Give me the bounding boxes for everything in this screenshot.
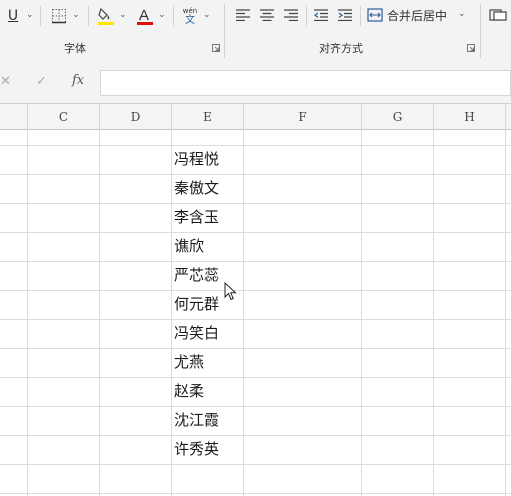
phonetic-guide-top-label: wén [182, 7, 198, 15]
cancel-icon[interactable]: ✕ [0, 74, 11, 89]
merge-center-dropdown-icon[interactable]: ⌄ [458, 9, 466, 19]
increase-indent-button[interactable] [335, 5, 355, 25]
divider [173, 6, 174, 26]
cell-e-value[interactable]: 许秀英 [172, 435, 243, 464]
align-center-button[interactable] [257, 5, 277, 25]
gridline [0, 348, 511, 349]
cell-styles-button[interactable] [487, 5, 509, 25]
underline-button[interactable]: U [2, 5, 24, 27]
phonetic-guide-button[interactable]: wén 文 [179, 4, 201, 30]
cell-e-value[interactable]: 秦傲文 [172, 174, 243, 203]
decrease-indent-button[interactable] [311, 5, 331, 25]
gridline [0, 464, 511, 465]
underline-dropdown-icon[interactable]: ⌄ [26, 10, 34, 20]
column-header-c[interactable]: C [28, 104, 100, 130]
insert-function-icon[interactable]: fx [72, 73, 84, 88]
svg-text:A: A [139, 7, 149, 24]
gridline [0, 377, 511, 378]
phonetic-guide-dropdown-icon[interactable]: ⌄ [203, 10, 211, 20]
cell-e-value[interactable]: 冯程悦 [172, 145, 243, 174]
phonetic-guide-bottom-label: 文 [185, 15, 195, 26]
align-left-button[interactable] [233, 5, 253, 25]
cell-styles-icon [489, 9, 507, 21]
divider [306, 6, 307, 26]
gridline [0, 261, 511, 262]
align-right-button[interactable] [281, 5, 301, 25]
gridline [0, 319, 511, 320]
fill-bucket-icon [98, 7, 114, 25]
gridline [0, 493, 511, 494]
merge-center-button[interactable]: 合并后居中 [367, 4, 453, 26]
group-divider [224, 4, 225, 58]
formula-bar-actions: ✕ ✓ fx [0, 70, 96, 96]
cell-e-value[interactable]: 尤燕 [172, 348, 243, 377]
divider [88, 6, 89, 26]
increase-indent-icon [338, 9, 352, 21]
column-header-d[interactable]: D [100, 104, 172, 130]
font-color-icon: A [137, 7, 153, 25]
fill-color-dropdown-icon[interactable]: ⌄ [119, 10, 127, 20]
column-header-e[interactable]: E [172, 104, 244, 130]
fill-color-button[interactable] [95, 4, 117, 28]
gridline [0, 174, 511, 175]
formula-input[interactable] [100, 70, 511, 96]
gridline [0, 145, 511, 146]
cell-e-value[interactable]: 谯欣 [172, 232, 243, 261]
font-dialog-launcher-icon[interactable] [212, 44, 220, 52]
decrease-indent-icon [314, 9, 328, 21]
gridline [0, 435, 511, 436]
borders-icon [52, 9, 66, 24]
font-color-dropdown-icon[interactable]: ⌄ [158, 10, 166, 20]
column-headers: C D E F G H [0, 103, 511, 130]
divider [40, 6, 41, 26]
borders-dropdown-icon[interactable]: ⌄ [72, 10, 80, 20]
cell-e-value[interactable]: 赵柔 [172, 377, 243, 406]
mouse-pointer-icon [224, 282, 237, 301]
alignment-dialog-launcher-icon[interactable] [467, 44, 475, 52]
column-header-f[interactable]: F [244, 104, 362, 130]
font-group-label: 字体 [64, 42, 86, 55]
gridline [0, 232, 511, 233]
font-color-button[interactable]: A [134, 4, 156, 28]
align-center-icon [260, 9, 274, 21]
cell-e-value[interactable]: 冯笑白 [172, 319, 243, 348]
worksheet-grid[interactable]: 冯程悦 秦傲文 李含玉 谯欣 严芯蕊 何元群 冯笑白 尤燕 赵柔 沈江霞 许秀英 [0, 130, 511, 496]
column-header-g[interactable]: G [362, 104, 434, 130]
gridline [0, 203, 511, 204]
underline-icon: U [7, 8, 19, 24]
gridline [0, 290, 511, 291]
gridline [505, 130, 506, 496]
merge-center-label: 合并后居中 [387, 8, 448, 23]
cell-e-value[interactable]: 沈江霞 [172, 406, 243, 435]
row-header-corner[interactable] [0, 104, 28, 130]
gridline [433, 130, 434, 496]
cell-e-value[interactable]: 李含玉 [172, 203, 243, 232]
column-header-h[interactable]: H [434, 104, 506, 130]
align-left-icon [236, 9, 250, 21]
ribbon: U ⌄ ⌄ ⌄ A ⌄ wén 文 ⌄ 字体 合并后居中 ⌄ 对齐方式 [0, 0, 511, 64]
borders-button[interactable] [48, 5, 70, 27]
merge-cells-icon [367, 8, 383, 22]
gridline [361, 130, 362, 496]
alignment-group-label: 对齐方式 [319, 42, 363, 55]
gridline [243, 130, 244, 496]
gridline [0, 406, 511, 407]
align-right-icon [284, 9, 298, 21]
gridline [27, 130, 28, 496]
group-divider [480, 4, 481, 58]
confirm-icon[interactable]: ✓ [36, 74, 47, 89]
gridline [99, 130, 100, 496]
formula-bar: ✕ ✓ fx [0, 63, 511, 103]
divider [360, 6, 361, 26]
